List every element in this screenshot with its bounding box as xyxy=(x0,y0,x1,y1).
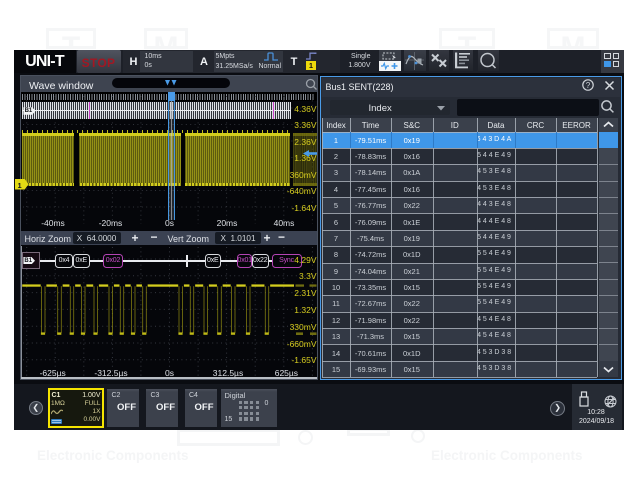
svg-text:?: ? xyxy=(586,81,591,90)
